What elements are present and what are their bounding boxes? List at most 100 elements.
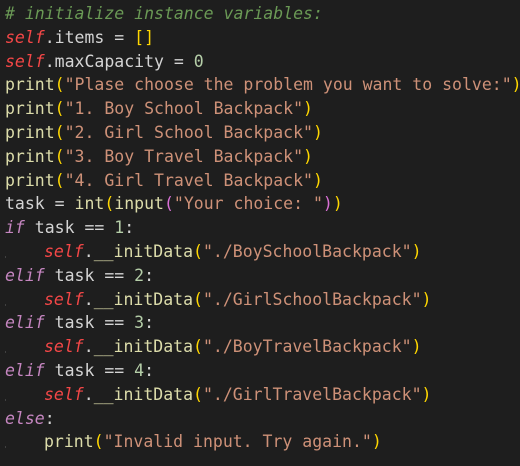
code-token: "3. Boy Travel Backpack" [64, 146, 304, 166]
code-token: ) [332, 194, 343, 214]
code-token: elif [5, 265, 45, 285]
code-token: ( [54, 170, 65, 190]
code-token: if [5, 218, 25, 238]
code-token: self [44, 384, 84, 404]
code-line[interactable]: print("Invalid input. Try again.") [5, 430, 520, 454]
code-token: ( [193, 241, 203, 261]
code-line[interactable]: print("3. Boy Travel Backpack") [5, 145, 520, 169]
code-token: ) [411, 337, 422, 357]
code-token: print [5, 75, 55, 95]
code-token: "./GirlSchoolBackpack" [202, 289, 422, 309]
code-token: "./GirlTravelBackpack" [202, 384, 422, 404]
code-token: __initData [93, 384, 194, 404]
code-token: .items = [44, 27, 135, 47]
code-token: : [144, 313, 155, 333]
code-token: print [44, 432, 94, 452]
code-editor[interactable]: # initialize instance variables: self.ite… [0, 0, 520, 466]
code-line[interactable]: self.__initData("./BoySchoolBackpack") [5, 240, 520, 264]
code-token: . [83, 241, 94, 261]
code-token: print [5, 170, 55, 190]
code-line[interactable]: if task == 1: [5, 216, 520, 240]
code-token: self [5, 51, 45, 71]
code-token: self [5, 27, 45, 47]
code-token: task == [44, 265, 135, 285]
code-line[interactable]: elif task == 2: [5, 264, 520, 288]
code-token: ( [193, 289, 203, 309]
code-token: "2. Girl School Backpack" [64, 122, 313, 142]
code-token: print [5, 99, 55, 119]
code-token: elif [5, 313, 45, 333]
code-token: self [44, 289, 84, 309]
code-token: ( [193, 337, 203, 357]
code-token: print [5, 146, 55, 166]
code-token: ) [371, 432, 382, 452]
code-line[interactable]: print("4. Girl Travel Backpack") [5, 169, 520, 193]
code-token: elif [5, 360, 45, 380]
code-token: self [44, 241, 84, 261]
code-token: 1 [114, 218, 125, 238]
code-line[interactable]: print("1. Boy School Backpack") [5, 97, 520, 121]
code-token: task == [44, 313, 135, 333]
code-token: : [124, 218, 135, 238]
code-token: "Invalid input. Try again." [103, 432, 372, 452]
code-token: else [5, 408, 45, 428]
code-line[interactable]: print("2. Girl School Backpack") [5, 121, 520, 145]
code-token: . [83, 289, 94, 309]
code-token: ) [303, 99, 313, 119]
code-token: __initData [93, 241, 194, 261]
code-token: : [144, 360, 155, 380]
code-token: : [44, 408, 55, 428]
code-token: task == [44, 360, 135, 380]
code-token: ( [54, 75, 65, 95]
code-token: ( [104, 194, 115, 214]
code-token: ) [421, 289, 432, 309]
code-token: self [44, 337, 84, 357]
code-line[interactable]: self.__initData("./GirlSchoolBackpack") [5, 288, 520, 312]
code-token: 2 [134, 265, 145, 285]
code-line[interactable]: self.maxCapacity = 0 [5, 50, 520, 74]
code-token: "4. Girl Travel Backpack" [64, 170, 313, 190]
code-line[interactable]: task = int(input("Your choice: ")) [5, 192, 520, 216]
code-token: "1. Boy School Backpack" [64, 99, 304, 119]
code-token: ( [54, 146, 65, 166]
code-token: 4 [134, 360, 145, 380]
code-line[interactable]: self.__initData("./GirlTravelBackpack") [5, 383, 520, 407]
code-token: : [144, 265, 155, 285]
code-token: __initData [93, 337, 194, 357]
code-token: "Plase choose the problem you want to so… [64, 75, 512, 95]
code-token: print [5, 122, 55, 142]
code-token: ) [312, 170, 323, 190]
code-line[interactable]: # initialize instance variables: [5, 2, 520, 26]
code-token: input [114, 194, 164, 214]
code-line[interactable]: elif task == 4: [5, 359, 520, 383]
code-token: ( [54, 99, 65, 119]
code-token: ) [312, 122, 323, 142]
code-token: # initialize instance variables: [5, 4, 323, 23]
code-token: task = [5, 194, 75, 214]
code-token: [] [134, 27, 155, 47]
code-line[interactable]: else: [5, 407, 520, 431]
code-line[interactable]: self.items = [] [5, 26, 520, 50]
code-token: "Your choice: " [173, 194, 323, 214]
code-token: int [74, 194, 105, 214]
code-token: task == [24, 218, 115, 238]
code-line[interactable]: elif task == 3: [5, 311, 520, 335]
code-token: 0 [193, 51, 204, 71]
code-token: ) [322, 194, 333, 214]
code-token: __initData [93, 289, 194, 309]
code-token: "./BoySchoolBackpack" [202, 241, 412, 261]
code-token: ) [421, 384, 432, 404]
code-token: . [83, 384, 94, 404]
code-token: ( [54, 122, 65, 142]
code-token: ) [411, 241, 422, 261]
code-token: 3 [134, 313, 145, 333]
code-line[interactable]: self.__initData("./BoyTravelBackpack") [5, 335, 520, 359]
code-line[interactable]: print("Plase choose the problem you want… [5, 73, 520, 97]
code-token: ) [512, 75, 520, 94]
code-token: ( [193, 384, 203, 404]
code-token: "./BoyTravelBackpack" [202, 337, 412, 357]
code-token: . [83, 337, 94, 357]
code-token: ( [163, 194, 174, 214]
code-token: .maxCapacity = [44, 51, 194, 71]
code-token: ( [93, 432, 104, 452]
